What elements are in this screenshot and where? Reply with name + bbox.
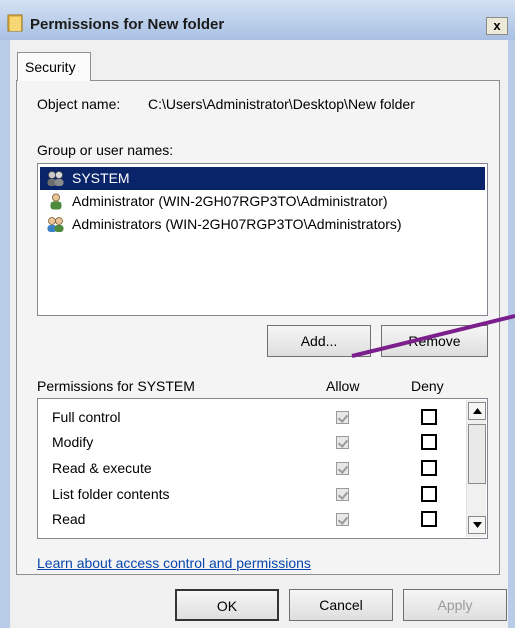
add-button[interactable]: Add...	[267, 325, 371, 357]
close-button[interactable]: x	[486, 17, 508, 35]
permissions-label: Permissions for SYSTEM	[37, 378, 195, 394]
permissions-scrollbar[interactable]	[466, 400, 486, 537]
permission-name: Modify	[52, 434, 94, 450]
window-title: Permissions for New folder	[30, 16, 225, 33]
permissions-table: Full control Modify Read & execute List …	[37, 398, 488, 539]
user-icon	[50, 193, 62, 210]
allow-checkbox[interactable]	[336, 436, 349, 449]
remove-button[interactable]: Remove	[381, 325, 488, 357]
arrow-down-icon	[473, 522, 482, 528]
users-group-icon	[47, 171, 64, 186]
list-item-administrator[interactable]: Administrator (WIN-2GH07RGP3TO\Administr…	[40, 190, 485, 213]
arrow-up-icon	[473, 408, 482, 414]
user-list[interactable]: SYSTEM Administrator (WIN-2GH07RGP3TO\Ad…	[37, 163, 488, 316]
allow-checkbox[interactable]	[336, 488, 349, 501]
cancel-button[interactable]: Cancel	[289, 589, 393, 621]
deny-checkbox[interactable]	[421, 511, 437, 527]
group-list-label: Group or user names:	[37, 142, 174, 158]
object-name-label: Object name:	[37, 96, 121, 112]
scroll-up-button[interactable]	[468, 402, 486, 420]
learn-more-link[interactable]: Learn about access control and permissio…	[37, 555, 311, 571]
list-item-administrators[interactable]: Administrators (WIN-2GH07RGP3TO\Administ…	[40, 213, 485, 236]
deny-checkbox[interactable]	[421, 409, 437, 425]
tab-security[interactable]: Security	[17, 52, 91, 81]
permission-name: Full control	[52, 409, 121, 425]
allow-checkbox[interactable]	[336, 411, 349, 424]
user-name: Administrator (WIN-2GH07RGP3TO\Administr…	[72, 193, 388, 209]
window-left-border	[0, 40, 10, 628]
user-name: Administrators (WIN-2GH07RGP3TO\Administ…	[72, 216, 402, 232]
apply-button[interactable]: Apply	[403, 589, 507, 621]
allow-checkbox[interactable]	[336, 462, 349, 475]
deny-checkbox[interactable]	[421, 486, 437, 502]
allow-column-header: Allow	[326, 378, 360, 394]
allow-checkbox[interactable]	[336, 513, 349, 526]
permission-name: Read & execute	[52, 460, 152, 476]
permission-name: Read	[52, 511, 86, 527]
deny-checkbox[interactable]	[421, 434, 437, 450]
users-group-icon	[47, 217, 64, 232]
folder-icon	[7, 14, 23, 32]
ok-button[interactable]: OK	[175, 589, 279, 621]
user-name: SYSTEM	[72, 170, 130, 186]
deny-column-header: Deny	[411, 378, 444, 394]
scrollbar-thumb[interactable]	[468, 424, 486, 484]
list-item-system[interactable]: SYSTEM	[40, 167, 485, 190]
object-name-value: C:\Users\Administrator\Desktop\New folde…	[148, 96, 415, 112]
permission-name: List folder contents	[52, 486, 170, 502]
window-right-border	[508, 40, 515, 628]
deny-checkbox[interactable]	[421, 460, 437, 476]
scroll-down-button[interactable]	[468, 516, 486, 534]
